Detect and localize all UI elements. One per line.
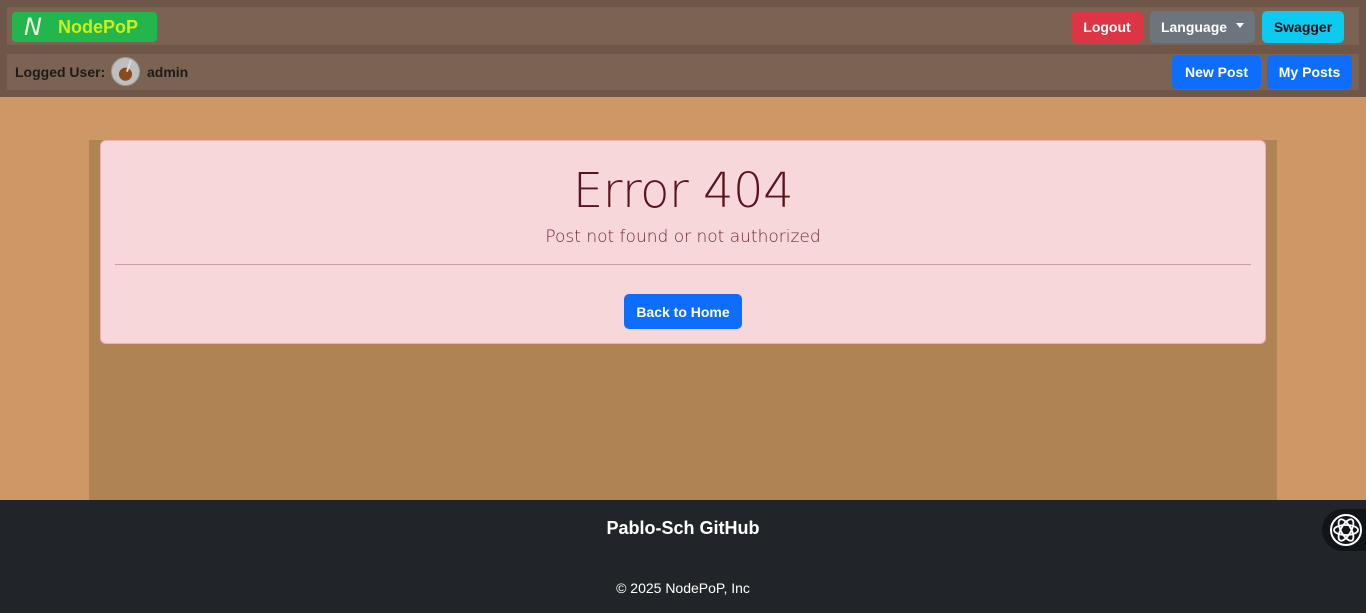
divider: [115, 264, 1251, 265]
logout-button[interactable]: Logout: [1071, 11, 1143, 43]
logged-user-label: Logged User:: [15, 64, 106, 80]
error-title: Error 404: [572, 163, 794, 219]
caret-down-icon: [1236, 22, 1245, 28]
avatar: [111, 57, 140, 86]
brand-home-link[interactable]: N NodePoP: [12, 12, 157, 42]
assistant-icon: [1330, 514, 1362, 546]
language-label: Language: [1160, 19, 1228, 35]
new-post-button[interactable]: New Post: [1172, 55, 1261, 89]
assistant-floating-button[interactable]: [1322, 509, 1366, 551]
back-to-home-button[interactable]: Back to Home: [624, 294, 742, 329]
github-link[interactable]: Pablo-Sch GitHub: [0, 518, 1366, 539]
brand-logo-icon: N: [24, 13, 42, 41]
username: admin: [147, 64, 189, 80]
error-alert: Error 404 Post not found or not authoriz…: [100, 140, 1266, 344]
copyright-text: © 2025 NodePoP, Inc: [616, 580, 750, 596]
language-dropdown-button[interactable]: Language: [1150, 11, 1255, 43]
error-message: Post not found or not authorized: [545, 227, 821, 247]
brand-name: NodePoP: [58, 16, 139, 37]
my-posts-button[interactable]: My Posts: [1267, 55, 1352, 89]
footer: Pablo-Sch GitHub © 2025 NodePoP, Inc: [0, 500, 1366, 613]
user-navbar: [7, 54, 1359, 90]
swagger-button[interactable]: Swagger: [1262, 11, 1344, 43]
